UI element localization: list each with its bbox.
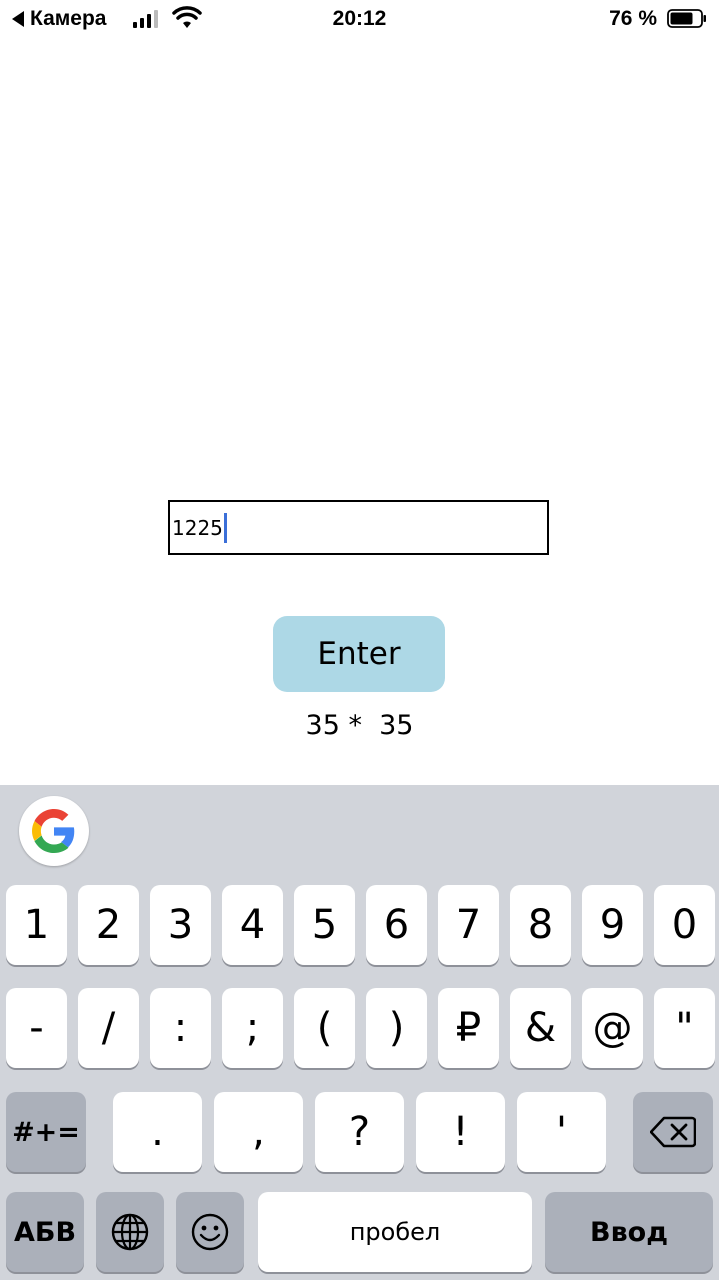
number-input[interactable]: 1225	[168, 500, 549, 555]
enter-button[interactable]: Enter	[273, 616, 445, 692]
key-semicolon[interactable]: ;	[222, 988, 283, 1068]
backspace-icon	[650, 1116, 696, 1148]
key-at[interactable]: @	[582, 988, 643, 1068]
key-8[interactable]: 8	[510, 885, 571, 965]
key-question[interactable]: ?	[315, 1092, 404, 1172]
key-open-paren[interactable]: (	[294, 988, 355, 1068]
key-2[interactable]: 2	[78, 885, 139, 965]
number-input-value: 1225	[172, 515, 223, 540]
key-quote[interactable]: "	[654, 988, 715, 1068]
key-9[interactable]: 9	[582, 885, 643, 965]
key-4[interactable]: 4	[222, 885, 283, 965]
google-search-button[interactable]	[19, 796, 89, 866]
battery-percent: 76 %	[609, 7, 657, 30]
key-1[interactable]: 1	[6, 885, 67, 965]
text-caret	[223, 512, 227, 543]
key-slash[interactable]: /	[78, 988, 139, 1068]
return-key[interactable]: Ввод	[545, 1192, 713, 1272]
alphabet-toggle-key[interactable]: АБВ	[6, 1192, 84, 1272]
key-colon[interactable]: :	[150, 988, 211, 1068]
backspace-key[interactable]	[633, 1092, 713, 1172]
key-close-paren[interactable]: )	[366, 988, 427, 1068]
key-period[interactable]: .	[113, 1092, 202, 1172]
emoji-icon	[191, 1213, 229, 1251]
key-3[interactable]: 3	[150, 885, 211, 965]
language-key[interactable]	[96, 1192, 164, 1272]
result-text: 35 * 35	[305, 710, 414, 741]
key-exclamation[interactable]: !	[416, 1092, 505, 1172]
key-ruble[interactable]: ₽	[438, 988, 499, 1068]
key-minus[interactable]: -	[6, 988, 67, 1068]
key-0[interactable]: 0	[654, 885, 715, 965]
globe-icon	[111, 1213, 149, 1251]
key-5[interactable]: 5	[294, 885, 355, 965]
battery-icon	[667, 9, 706, 28]
emoji-key[interactable]	[176, 1192, 244, 1272]
key-ampersand[interactable]: &	[510, 988, 571, 1068]
status-bar: Камера 20:12 76 %	[0, 0, 719, 40]
key-6[interactable]: 6	[366, 885, 427, 965]
space-key[interactable]: пробел	[258, 1192, 532, 1272]
google-logo-icon	[32, 809, 75, 853]
symbols-toggle-key[interactable]: #+=	[6, 1092, 86, 1172]
key-7[interactable]: 7	[438, 885, 499, 965]
key-comma[interactable]: ,	[214, 1092, 303, 1172]
key-apostrophe[interactable]: '	[517, 1092, 606, 1172]
